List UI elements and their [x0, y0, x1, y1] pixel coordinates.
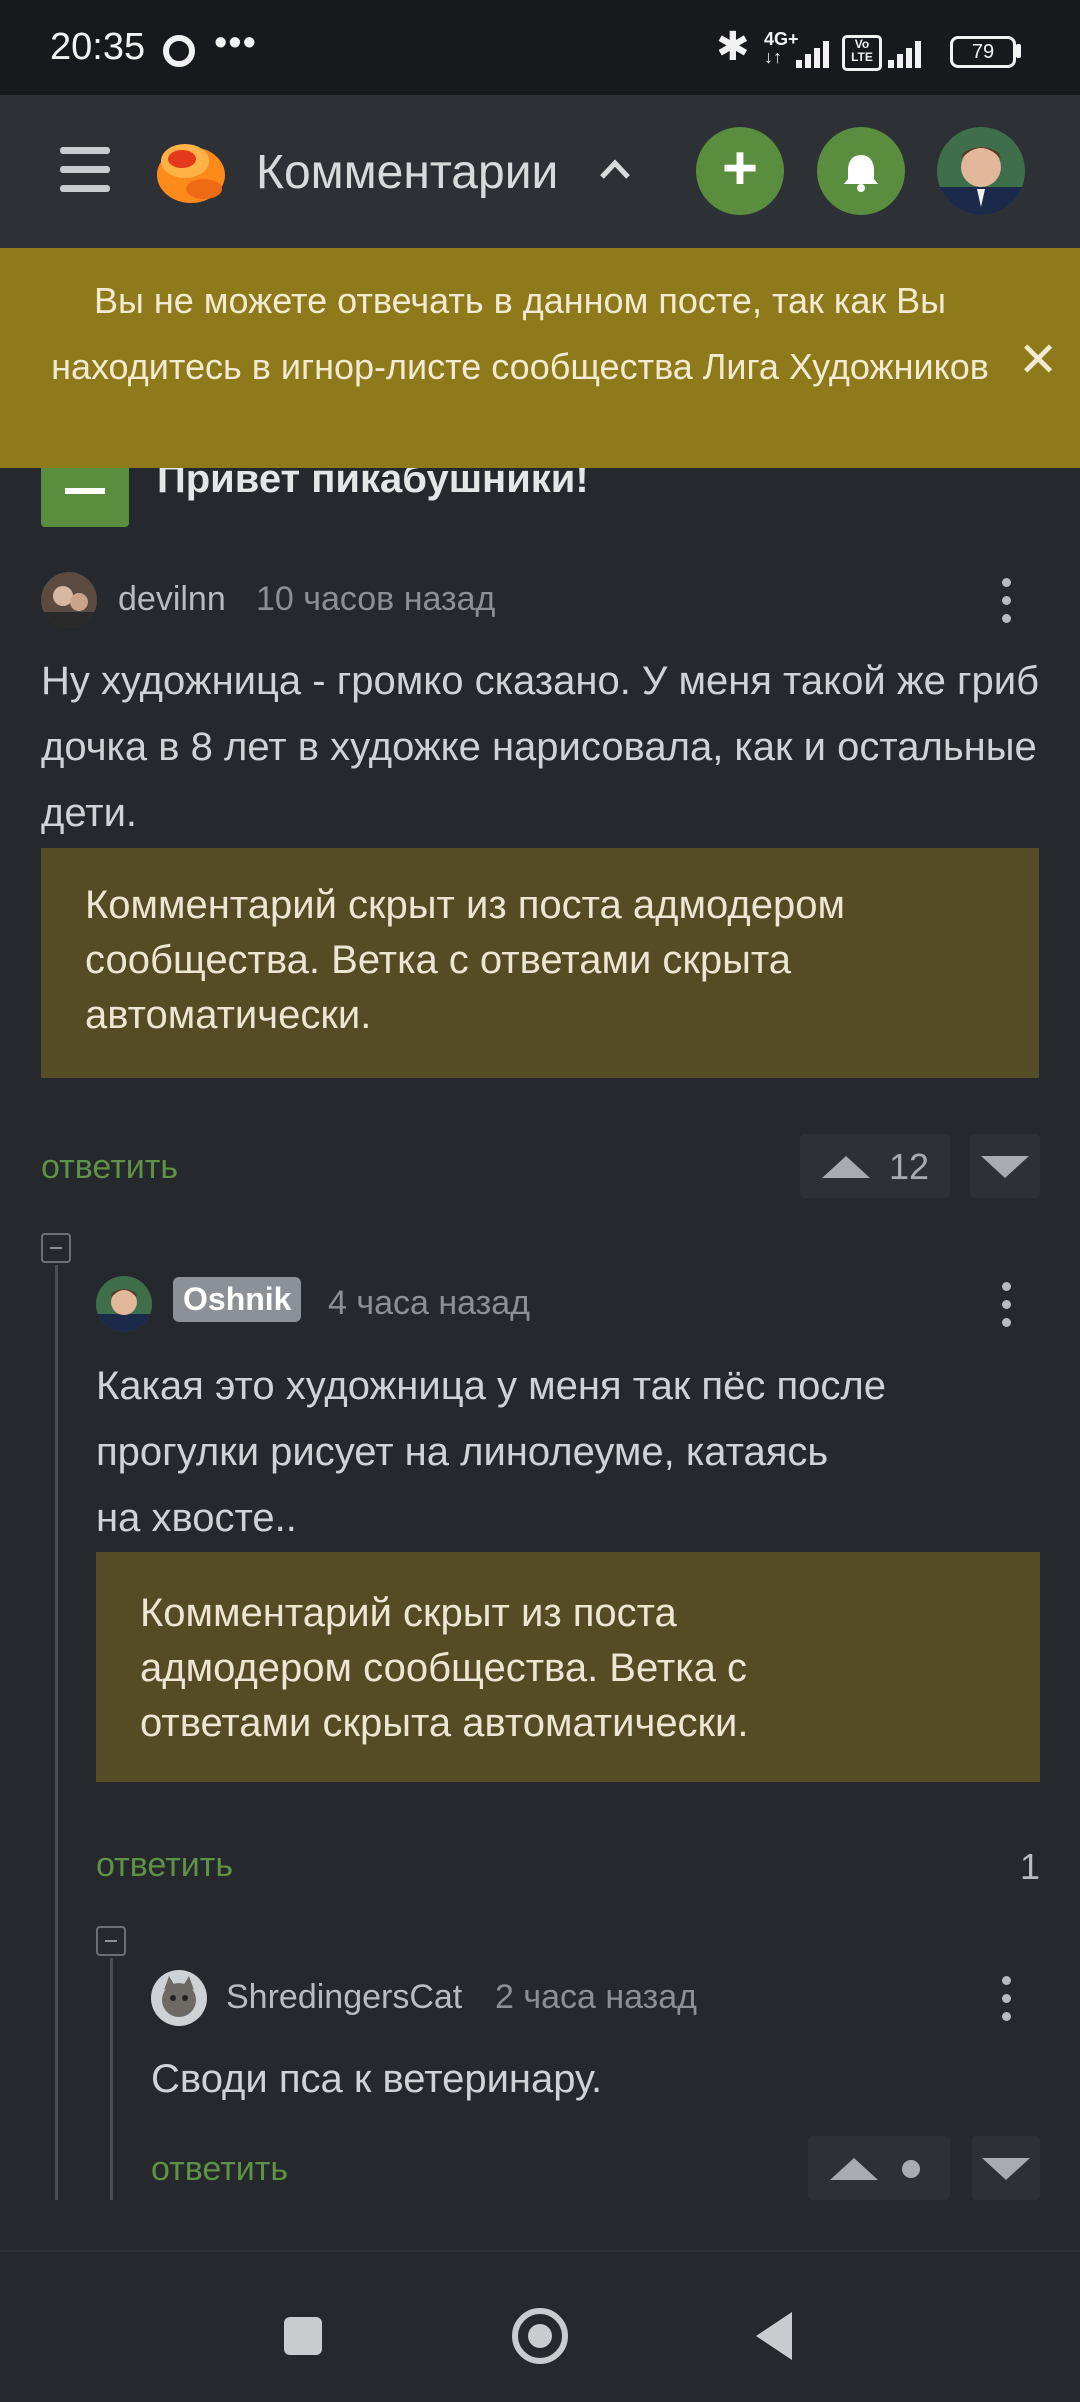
more-notifications-icon: •••: [214, 22, 257, 64]
comment-time[interactable]: 2 часа назад: [495, 1978, 697, 2017]
avatar[interactable]: [41, 572, 97, 628]
battery-icon: 79: [950, 36, 1016, 68]
signal-icon-2: [888, 36, 921, 68]
hidden-comment-notice: Комментарий скрыт из поста адмодером соо…: [41, 848, 1039, 1078]
status-time: 20:35: [50, 26, 146, 68]
reply-link[interactable]: ответить: [96, 1846, 233, 1885]
ignore-list-banner: Вы не можете отвечать в данном посте, та…: [0, 248, 1080, 468]
neutral-rating-dot: [902, 2160, 920, 2178]
comment-time[interactable]: 10 часов назад: [256, 580, 495, 619]
comment-author[interactable]: devilnn: [118, 580, 226, 619]
reply-link[interactable]: ответить: [41, 1148, 178, 1187]
vote-down-box[interactable]: [972, 2136, 1040, 2200]
comment-text: Своди пса к ветеринару.: [151, 2057, 603, 2101]
arrow-up-icon[interactable]: [830, 2158, 878, 2180]
back-icon[interactable]: [756, 2312, 792, 2360]
home-icon[interactable]: [512, 2308, 568, 2364]
collapse-icon[interactable]: [96, 1926, 126, 1956]
thread-line[interactable]: [110, 1958, 113, 2200]
app-header: Комментарии +: [0, 95, 1080, 248]
network-type: 4G+ ↓↑: [764, 29, 799, 67]
avatar[interactable]: [151, 1970, 207, 2026]
menu-icon[interactable]: [60, 147, 110, 204]
close-icon[interactable]: ✕: [1018, 332, 1058, 388]
author-badge[interactable]: Oshnik: [173, 1277, 302, 1322]
vote-up-box[interactable]: 12: [800, 1134, 950, 1198]
arrow-down-icon[interactable]: [982, 2158, 1030, 2180]
arrow-down-icon[interactable]: [981, 1156, 1029, 1178]
recent-apps-icon[interactable]: [284, 2317, 322, 2355]
comment-text: Какая это художница у меня так пёс после…: [96, 1364, 886, 1540]
hidden-comment-notice: Комментарий скрыт из поста адмодером соо…: [96, 1552, 1040, 1782]
signal-icon: [796, 36, 829, 68]
collapse-icon[interactable]: [41, 1233, 71, 1263]
vote-down-box[interactable]: [970, 1134, 1040, 1198]
vote-up-box[interactable]: [808, 2136, 950, 2200]
chevron-up-icon[interactable]: [598, 157, 632, 181]
kebab-icon[interactable]: [1002, 578, 1012, 632]
arrow-up-icon[interactable]: [822, 1156, 870, 1178]
pikabu-logo-icon[interactable]: [152, 131, 230, 209]
thread-line[interactable]: [55, 1265, 58, 2200]
user-avatar[interactable]: [937, 127, 1025, 215]
reply-link[interactable]: ответить: [151, 2150, 288, 2189]
system-nav-bar: [0, 2250, 1080, 2402]
kebab-icon[interactable]: [1002, 1282, 1012, 1336]
notifications-button[interactable]: [817, 127, 905, 215]
banner-text: Вы не можете отвечать в данном посте, та…: [51, 280, 989, 387]
bluetooth-icon: ✱: [716, 25, 750, 69]
page-title[interactable]: Комментарии: [256, 145, 558, 200]
replies-count[interactable]: 1: [1020, 1846, 1040, 1888]
status-bar: 20:35 ••• ✱ 4G+ ↓↑ Vo LTE 79: [0, 0, 1080, 95]
kebab-icon[interactable]: [1002, 1976, 1012, 2030]
avatar[interactable]: [96, 1276, 152, 1332]
comment-time[interactable]: 4 часа назад: [328, 1284, 530, 1323]
add-post-button[interactable]: +: [696, 127, 784, 215]
comment-rating: 12: [889, 1146, 930, 1187]
comment-text: Ну художница - громко сказано. У меня та…: [41, 659, 1040, 835]
notification-ring-icon: [163, 35, 195, 67]
volte-icon: Vo LTE: [842, 35, 882, 71]
battery-cap: [1016, 44, 1021, 58]
bell-icon: [844, 155, 878, 192]
comment-author[interactable]: ShredingersCat: [226, 1978, 462, 2017]
